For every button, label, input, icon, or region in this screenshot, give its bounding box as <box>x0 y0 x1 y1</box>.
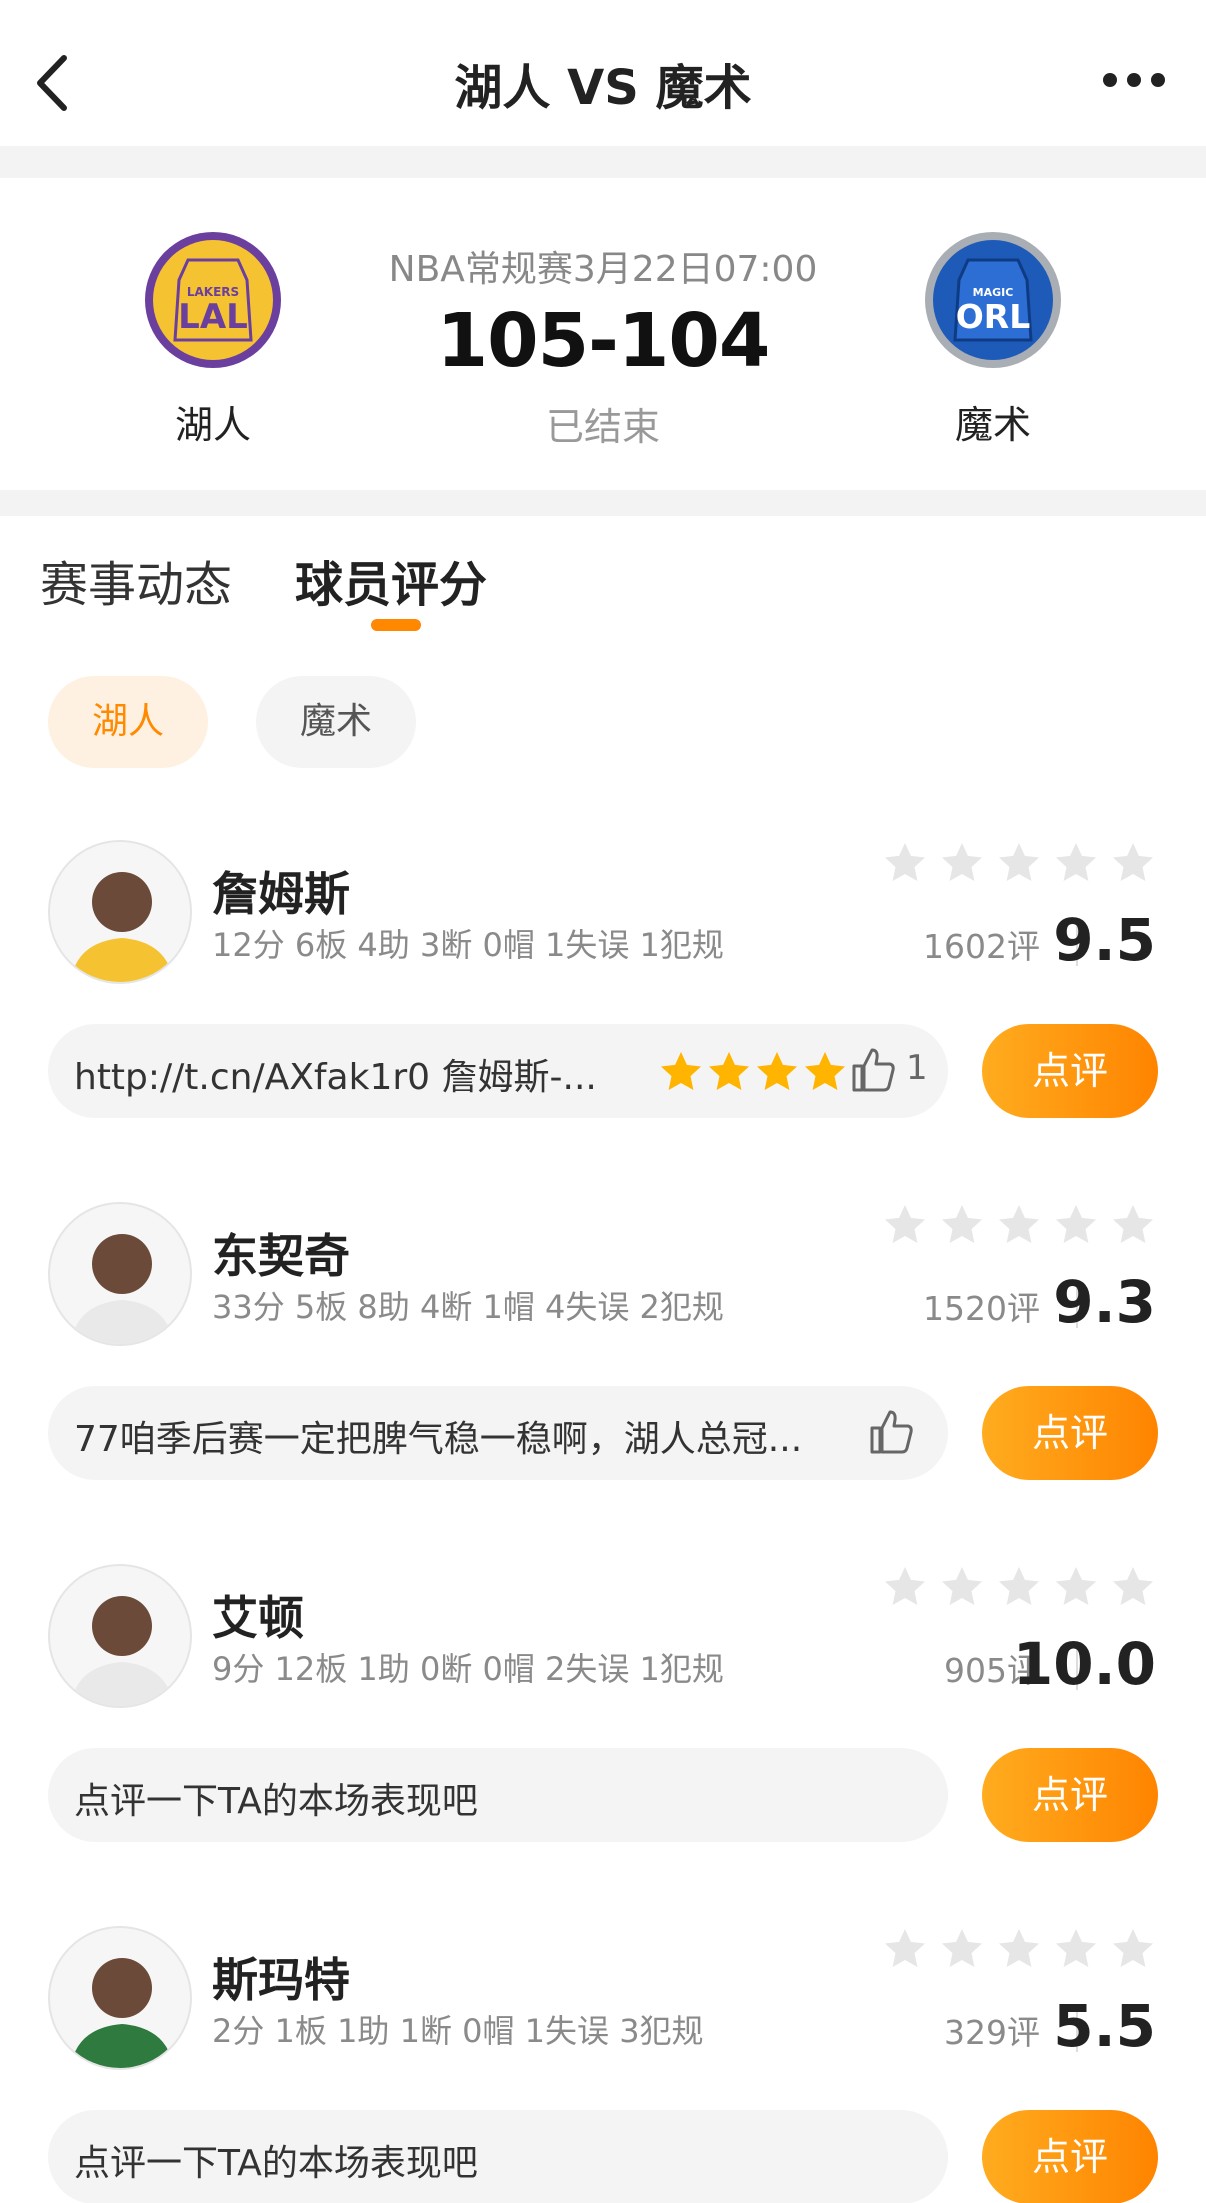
player-row: 斯玛特 2分 1板 1助 1断 0帽 1失误 3犯规 329评 5.5 点评一下TA的本… <box>0 1926 1206 2203</box>
rating-star-icon[interactable] <box>1110 1564 1156 1610</box>
away-team[interactable]: MAGIC ORL 魔术 <box>920 230 1066 449</box>
like-count: 1 <box>906 1048 928 1088</box>
comment-star-icon <box>754 1049 800 1099</box>
player-avatar[interactable] <box>48 1926 192 2070</box>
rating-star-icon[interactable] <box>1053 840 1099 886</box>
rating-star-icon[interactable] <box>996 840 1042 886</box>
svg-text:LAL: LAL <box>178 297 248 337</box>
divider <box>0 146 1206 178</box>
player-name[interactable]: 斯玛特 <box>212 1944 350 2010</box>
comment-bar[interactable]: 77咱季后赛一定把脾气稳一稳啊，湖人总冠... <box>48 1386 948 1480</box>
rating-star-icon[interactable] <box>939 840 985 886</box>
match-status: 已结束 <box>545 405 660 449</box>
rating-star-icon[interactable] <box>1053 1926 1099 1972</box>
filter-magic[interactable]: 魔术 <box>256 676 416 768</box>
rating-star-icon[interactable] <box>1110 1202 1156 1248</box>
rating-stars[interactable] <box>882 1926 1156 1972</box>
comment-bar[interactable]: 点评一下TA的本场表现吧 <box>48 1748 948 1842</box>
player-stats: 12分 6板 4助 3断 0帽 1失误 1犯规 <box>212 926 724 964</box>
rating-star-icon[interactable] <box>996 1202 1042 1248</box>
player-avatar[interactable] <box>48 840 192 984</box>
player-score: 5.5 <box>1053 1992 1156 2060</box>
comment-text: 点评一下TA的本场表现吧 <box>74 2143 478 2184</box>
player-name[interactable]: 艾顿 <box>212 1582 304 1648</box>
more-dots-icon <box>1103 73 1165 87</box>
player-row: 詹姆斯 12分 6板 4助 3断 0帽 1失误 1犯规 1602评 9.5 http:/… <box>0 840 1206 1200</box>
player-stats: 2分 1板 1助 1断 0帽 1失误 3犯规 <box>212 2012 704 2050</box>
home-team[interactable]: LAKERS LAL 湖人 <box>140 230 286 449</box>
thumbs-up-icon[interactable] <box>848 1046 896 1094</box>
tab-active-indicator <box>371 619 421 631</box>
rating-star-icon[interactable] <box>939 1926 985 1972</box>
rating-count: 329评 <box>944 2013 1040 2052</box>
review-button[interactable]: 点评 <box>982 1386 1158 1480</box>
tab-match-feed[interactable]: 赛事动态 <box>40 545 232 615</box>
filter-lakers[interactable]: 湖人 <box>48 676 208 768</box>
more-button[interactable] <box>1102 70 1166 90</box>
comment-text: 77咱季后赛一定把脾气稳一稳啊，湖人总冠... <box>74 1419 803 1460</box>
comment-star-icon <box>802 1049 848 1099</box>
rating-star-icon[interactable] <box>939 1202 985 1248</box>
tab-player-ratings[interactable]: 球员评分 <box>295 545 487 615</box>
rating-star-icon[interactable] <box>939 1564 985 1610</box>
player-avatar[interactable] <box>48 1564 192 1708</box>
comment-text: http://t.cn/AXfak1r0 詹姆斯-... <box>74 1057 597 1098</box>
rating-stars[interactable] <box>882 840 1156 886</box>
rating-star-icon[interactable] <box>882 1564 928 1610</box>
comment-stars <box>658 1049 848 1099</box>
svg-text:ORL: ORL <box>956 297 1031 336</box>
rating-star-icon[interactable] <box>1053 1202 1099 1248</box>
comment-star-icon <box>658 1049 704 1099</box>
player-score: 9.3 <box>1053 1268 1156 1336</box>
rating-star-icon[interactable] <box>1110 1926 1156 1972</box>
away-team-name: 魔术 <box>954 403 1031 447</box>
comment-text: 点评一下TA的本场表现吧 <box>74 1781 478 1822</box>
page-title: 湖人 VS 魔术 <box>454 60 752 116</box>
comment-bar[interactable]: http://t.cn/AXfak1r0 詹姆斯-... 1 <box>48 1024 948 1118</box>
player-name[interactable]: 詹姆斯 <box>212 858 350 924</box>
match-info: NBA常规赛3月22日07:00 105-104 已结束 <box>300 240 906 451</box>
rating-star-icon[interactable] <box>1110 840 1156 886</box>
magic-logo: MAGIC ORL <box>923 230 1063 370</box>
lakers-logo: LAKERS LAL <box>143 230 283 370</box>
rating-count: 1520评 <box>923 1289 1040 1328</box>
rating-star-icon[interactable] <box>882 840 928 886</box>
comment-bar[interactable]: 点评一下TA的本场表现吧 <box>48 2110 948 2203</box>
player-row: 东契奇 33分 5板 8助 4断 1帽 4失误 2犯规 1520评 9.3 77咱季后赛… <box>0 1202 1206 1562</box>
league-time: NBA常规赛3月22日07:00 <box>388 249 818 290</box>
home-team-name: 湖人 <box>174 403 251 447</box>
thumbs-up-icon[interactable] <box>866 1408 914 1456</box>
player-stats: 9分 12板 1助 0断 0帽 2失误 1犯规 <box>212 1650 724 1688</box>
rating-star-icon[interactable] <box>996 1564 1042 1610</box>
match-score: 105-104 <box>436 298 771 384</box>
rating-star-icon[interactable] <box>1053 1564 1099 1610</box>
player-avatar[interactable] <box>48 1202 192 1346</box>
rating-star-icon[interactable] <box>882 1926 928 1972</box>
rating-count: 1602评 <box>923 927 1040 966</box>
review-button[interactable]: 点评 <box>982 1024 1158 1118</box>
rating-star-icon[interactable] <box>882 1202 928 1248</box>
player-row: 艾顿 9分 12板 1助 0断 0帽 2失误 1犯规 905评 10.0 点评一下TA的… <box>0 1564 1206 1924</box>
review-button[interactable]: 点评 <box>982 1748 1158 1842</box>
player-score: 9.5 <box>1053 906 1156 974</box>
review-button[interactable]: 点评 <box>982 2110 1158 2203</box>
rating-star-icon[interactable] <box>996 1926 1042 1972</box>
divider <box>0 490 1206 516</box>
top-bar: 湖人 VS 魔术 <box>0 0 1206 146</box>
player-stats: 33分 5板 8助 4断 1帽 4失误 2犯规 <box>212 1288 724 1326</box>
rating-stars[interactable] <box>882 1202 1156 1248</box>
player-name[interactable]: 东契奇 <box>212 1220 350 1286</box>
player-score: 10.0 <box>1012 1630 1156 1698</box>
comment-star-icon <box>706 1049 752 1099</box>
rating-stars[interactable] <box>882 1564 1156 1610</box>
